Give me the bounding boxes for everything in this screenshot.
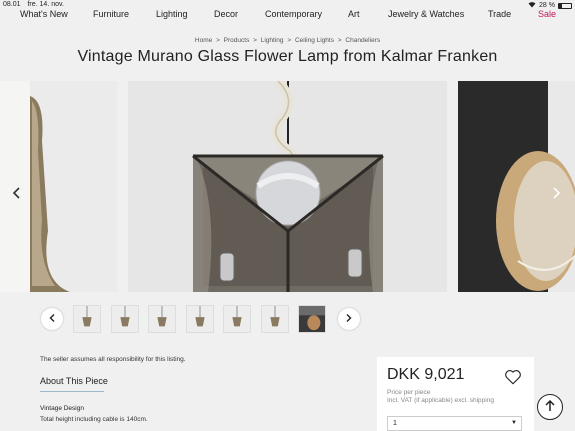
thumbnail-strip — [0, 305, 575, 335]
page-title: Vintage Murano Glass Flower Lamp from Ka… — [77, 48, 498, 65]
chevron-left-icon — [49, 314, 55, 324]
image-carousel — [0, 81, 575, 292]
price: DKK 9,021 — [387, 366, 465, 383]
breadcrumb-separator: > — [253, 37, 257, 44]
nav-item-sale[interactable]: Sale — [538, 9, 556, 19]
nav-item-lighting[interactable]: Lighting — [156, 9, 188, 19]
nav-item-contemporary[interactable]: Contemporary — [265, 9, 322, 19]
purchase-panel: DKK 9,021 Price per piece Incl. VAT (if … — [377, 357, 534, 431]
nav-item-decor[interactable]: Decor — [214, 9, 238, 19]
chevron-right-icon — [346, 314, 352, 324]
design-label: Vintage Design — [40, 405, 84, 412]
arrow-up-icon — [545, 399, 555, 415]
breadcrumb-separator: > — [287, 37, 292, 44]
nav-item-whats-new[interactable]: What's New — [20, 9, 68, 19]
breadcrumb-separator: > — [337, 37, 342, 44]
thumbnail-next-button[interactable] — [338, 308, 360, 330]
about-heading-underline — [40, 391, 104, 392]
breadcrumb: Home > Products > Lighting > Ceiling Lig… — [0, 37, 575, 44]
carousel-prev-button[interactable] — [12, 186, 20, 202]
thumbnail-prev-button[interactable] — [41, 308, 63, 330]
chevron-right-icon — [553, 186, 561, 202]
carousel-image-main[interactable] — [128, 81, 447, 292]
breadcrumb-home[interactable]: Home — [195, 37, 212, 44]
design-description: Total height including cable is 140cm. — [40, 416, 148, 423]
thumbnail[interactable] — [185, 305, 214, 333]
chevron-left-icon — [12, 186, 20, 202]
breadcrumb-products[interactable]: Products — [224, 37, 250, 44]
thumbnail[interactable] — [298, 305, 326, 333]
thumbnail[interactable] — [148, 305, 176, 333]
caret-down-icon: ▼ — [511, 420, 517, 426]
breadcrumb-ceiling-lights[interactable]: Ceiling Lights — [295, 37, 334, 44]
seller-responsibility-note: The seller assumes all responsibility fo… — [40, 356, 186, 363]
heart-icon — [504, 370, 522, 390]
top-nav: What's New Furniture Lighting Decor Cont… — [0, 7, 575, 23]
breadcrumb-chandeliers[interactable]: Chandeliers — [345, 37, 380, 44]
favorite-button[interactable] — [504, 368, 522, 386]
quantity-select[interactable]: 1 ▼ — [387, 416, 522, 431]
carousel-next-button[interactable] — [553, 186, 561, 202]
breadcrumb-lighting[interactable]: Lighting — [261, 37, 284, 44]
thumbnail[interactable] — [260, 305, 289, 333]
breadcrumb-separator: > — [216, 37, 220, 44]
price-per-label: Price per piece — [387, 389, 431, 396]
nav-item-furniture[interactable]: Furniture — [93, 9, 129, 19]
vat-note: Incl. VAT (if applicable) excl. shipping — [387, 397, 494, 404]
thumbnail[interactable] — [223, 305, 251, 333]
quantity-value: 1 — [393, 420, 397, 427]
nav-item-trade[interactable]: Trade — [488, 9, 511, 19]
nav-item-art[interactable]: Art — [348, 9, 360, 19]
nav-item-jewelry-watches[interactable]: Jewelry & Watches — [388, 9, 464, 19]
about-heading: About This Piece — [40, 376, 108, 386]
thumbnail[interactable] — [73, 305, 101, 333]
scroll-to-top-button[interactable] — [537, 394, 563, 420]
thumbnail[interactable] — [110, 305, 139, 333]
